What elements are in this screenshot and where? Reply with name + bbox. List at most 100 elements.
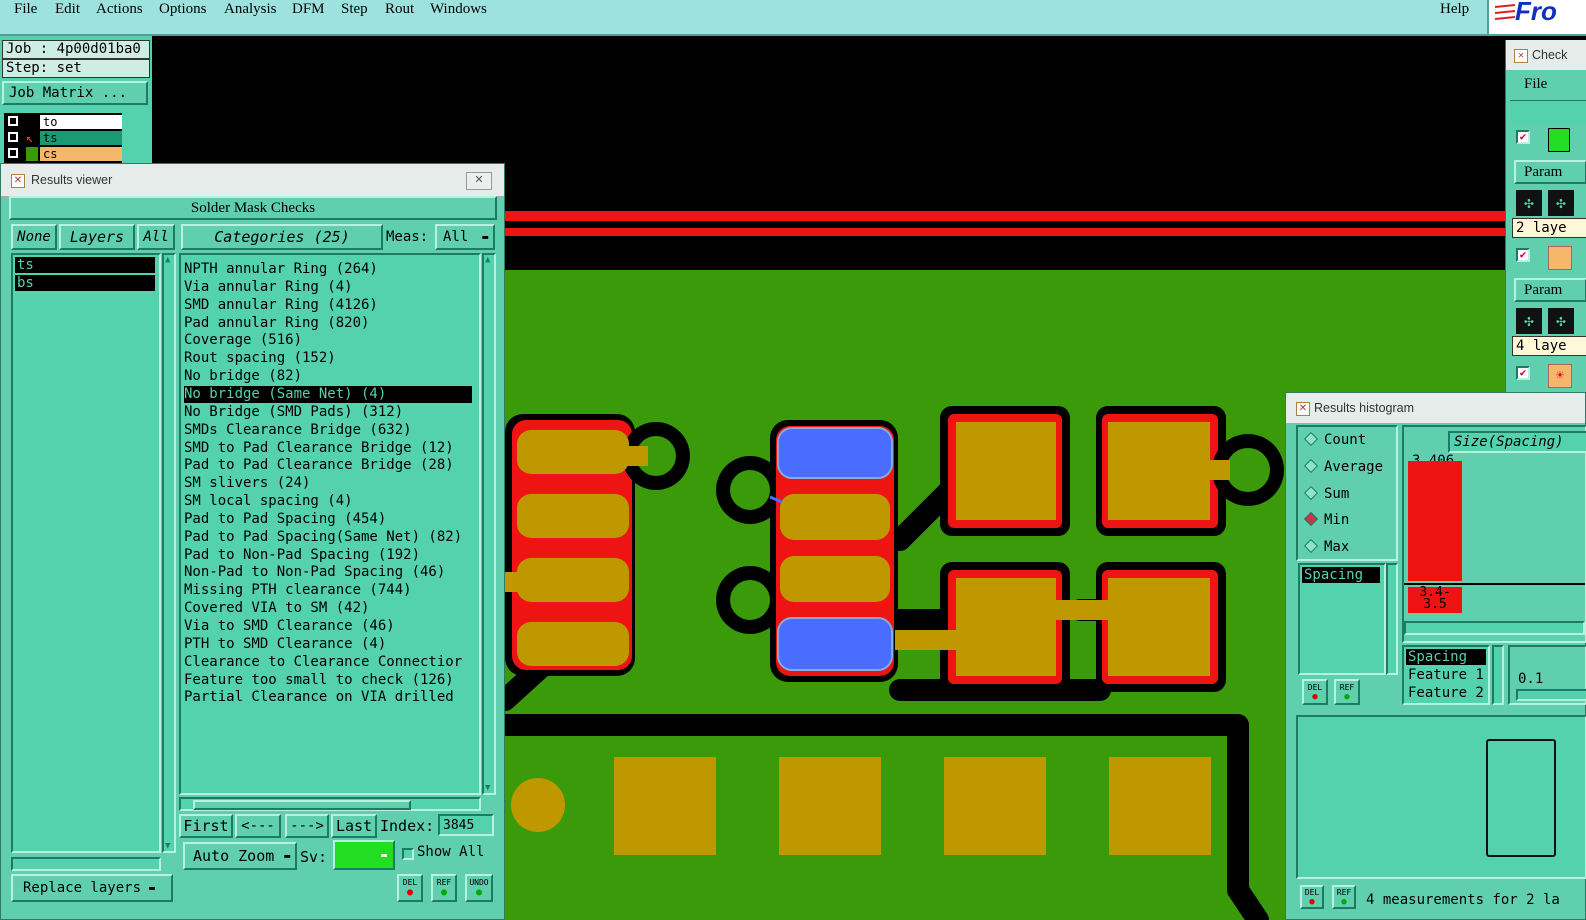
category-item[interactable]: Pad to Pad Spacing(Same Net) (82)	[184, 529, 462, 546]
category-item[interactable]: Via annular Ring (4)	[184, 279, 353, 296]
check-checkbox[interactable]: ✔	[1516, 130, 1530, 144]
category-item[interactable]: Pad to Pad Clearance Bridge (28)	[184, 457, 454, 474]
refresh-icon[interactable]: REF ●	[1334, 679, 1360, 705]
category-item[interactable]: Rout spacing (152)	[184, 350, 336, 367]
scroll-up-arrow-icon[interactable]: ▲	[165, 255, 170, 265]
category-item[interactable]: Missing PTH clearance (744)	[184, 582, 412, 599]
undo-icon[interactable]: UNDO ●	[465, 874, 493, 902]
meas-dropdown[interactable]: All ▬	[435, 224, 495, 250]
refresh-icon[interactable]: REF ●	[431, 874, 457, 902]
check-checkbox[interactable]: ✔	[1516, 366, 1530, 380]
sv-color-dropdown[interactable]: ▬	[333, 840, 395, 870]
previous-button[interactable]: <---	[235, 814, 281, 838]
mode-max-radio[interactable]: Max	[1303, 538, 1349, 555]
close-icon[interactable]: ✕	[466, 172, 492, 190]
layers-button[interactable]: Layers	[59, 224, 135, 250]
category-item[interactable]: SMD to Pad Clearance Bridge (12)	[184, 440, 454, 457]
auto-zoom-dropdown[interactable]: Auto Zoom ▬	[183, 842, 297, 870]
category-item[interactable]: Non-Pad to Non-Pad Spacing (46)	[184, 564, 445, 581]
category-item[interactable]: Pad to Pad Spacing (454)	[184, 511, 386, 528]
feature-list-item[interactable]: Feature 1	[1408, 667, 1484, 683]
none-layers-button[interactable]: None	[11, 224, 57, 250]
menu-edit[interactable]: Edit	[55, 0, 80, 18]
all-layers-button[interactable]: All	[137, 224, 175, 250]
menu-step[interactable]: Step	[341, 0, 368, 18]
histogram-measure-list[interactable]: Spacing	[1298, 563, 1386, 675]
refresh-icon[interactable]: REF ●	[1332, 885, 1356, 909]
category-item[interactable]: Coverage (516)	[184, 332, 302, 349]
mode-sum-radio[interactable]: Sum	[1303, 485, 1349, 502]
mode-average-radio[interactable]: Average	[1303, 458, 1383, 475]
feature-list-item[interactable]: Feature 2	[1408, 685, 1484, 701]
measure-list-item[interactable]: Spacing	[1302, 567, 1380, 583]
layer-list-item-bs[interactable]: bs	[15, 275, 155, 291]
wizard-icon[interactable]: ✣	[1516, 190, 1542, 216]
param-button[interactable]: Param	[1514, 278, 1586, 302]
layer-checkbox[interactable]	[8, 148, 18, 158]
categories-button[interactable]: Categories (25)	[181, 224, 383, 250]
layer-checkbox[interactable]	[8, 116, 18, 126]
layers-scrollbar[interactable]: ▲ ▼	[162, 253, 176, 853]
scroll-down-arrow-icon[interactable]: ▼	[485, 783, 490, 793]
category-item[interactable]: Covered VIA to SM (42)	[184, 600, 369, 617]
menu-options[interactable]: Options	[159, 0, 207, 18]
category-item[interactable]: PTH to SMD Clearance (4)	[184, 636, 386, 653]
checklist-titlebar[interactable]: ✕ Check	[1506, 40, 1586, 70]
category-item[interactable]: Clearance to Clearance Connectior	[184, 654, 462, 671]
menu-help[interactable]: Help	[1440, 0, 1469, 18]
feature-list-item[interactable]: Spacing	[1406, 649, 1486, 665]
scroll-up-arrow-icon[interactable]: ▲	[485, 255, 490, 265]
category-item[interactable]: SM local spacing (4)	[184, 493, 353, 510]
layers-hscrollbar[interactable]	[11, 857, 161, 871]
category-item[interactable]: Partial Clearance on VIA drilled	[184, 689, 454, 706]
category-item[interactable]: No bridge (82)	[184, 368, 302, 385]
check-checkbox[interactable]: ✔	[1516, 248, 1530, 262]
chart-hscrollbar[interactable]	[1404, 621, 1585, 635]
mode-count-radio[interactable]: Count	[1303, 431, 1366, 448]
categories-list[interactable]: NPTH annular Ring (264) Via annular Ring …	[179, 253, 481, 795]
category-item[interactable]: Pad to Non-Pad Spacing (192)	[184, 547, 420, 564]
param-button[interactable]: Param	[1514, 160, 1586, 184]
category-item[interactable]: No bridge (Same Net) (4)	[184, 385, 472, 403]
delete-icon[interactable]: DEL ●	[397, 874, 423, 902]
wizard-icon[interactable]: ✣	[1548, 308, 1574, 334]
last-button[interactable]: Last	[331, 814, 377, 838]
scale-slider[interactable]	[1516, 689, 1586, 701]
results-viewer-titlebar[interactable]: ✕ Results viewer ✕	[1, 164, 504, 197]
delete-icon[interactable]: DEL ●	[1302, 679, 1328, 705]
menu-rout[interactable]: Rout	[385, 0, 414, 18]
categories-scrollbar[interactable]: ▲ ▼	[482, 253, 496, 795]
feature-list-scrollbar[interactable]	[1492, 645, 1504, 705]
category-item[interactable]: SMDs Clearance Bridge (632)	[184, 422, 412, 439]
next-button[interactable]: --->	[285, 814, 329, 838]
feature-list[interactable]: Spacing Feature 1 Feature 2	[1402, 645, 1490, 705]
histogram-titlebar[interactable]: ✕ Results histogram	[1286, 393, 1585, 424]
hscroll-thumb[interactable]	[193, 800, 411, 810]
category-item[interactable]: SMD annular Ring (4126)	[184, 297, 378, 314]
job-matrix-button[interactable]: Job Matrix ...	[2, 81, 148, 105]
show-all-checkbox[interactable]	[402, 848, 414, 860]
wizard-icon[interactable]: ✣	[1516, 308, 1542, 334]
mode-min-radio[interactable]: Min	[1303, 511, 1349, 528]
menu-dfm[interactable]: DFM	[292, 0, 325, 18]
layer-checkbox[interactable]	[8, 132, 18, 142]
category-item[interactable]: No Bridge (SMD Pads) (312)	[184, 404, 403, 421]
delete-icon[interactable]: DEL ●	[1300, 885, 1324, 909]
layer-row-to[interactable]: to	[6, 115, 122, 129]
index-input[interactable]	[438, 814, 494, 836]
first-button[interactable]: First	[179, 814, 233, 838]
category-item[interactable]: SM slivers (24)	[184, 475, 310, 492]
category-item[interactable]: NPTH annular Ring (264)	[184, 261, 378, 278]
measure-list-scrollbar[interactable]	[1386, 563, 1398, 675]
layers-list[interactable]: ts bs	[11, 253, 161, 853]
menu-analysis[interactable]: Analysis	[224, 0, 277, 18]
category-item[interactable]: Feature too small to check (126)	[184, 672, 454, 689]
checklist-menu-file[interactable]: File	[1524, 76, 1547, 93]
replace-layers-dropdown[interactable]: Replace layers ▬	[11, 874, 173, 902]
wizard-icon[interactable]: ✣	[1548, 190, 1574, 216]
layer-row-ts[interactable]: ↖ ts	[6, 131, 122, 145]
menu-file[interactable]: File	[14, 0, 37, 18]
layer-row-cs[interactable]: cs	[6, 147, 122, 161]
menu-windows[interactable]: Windows	[430, 0, 487, 18]
categories-hscrollbar[interactable]	[179, 797, 481, 811]
